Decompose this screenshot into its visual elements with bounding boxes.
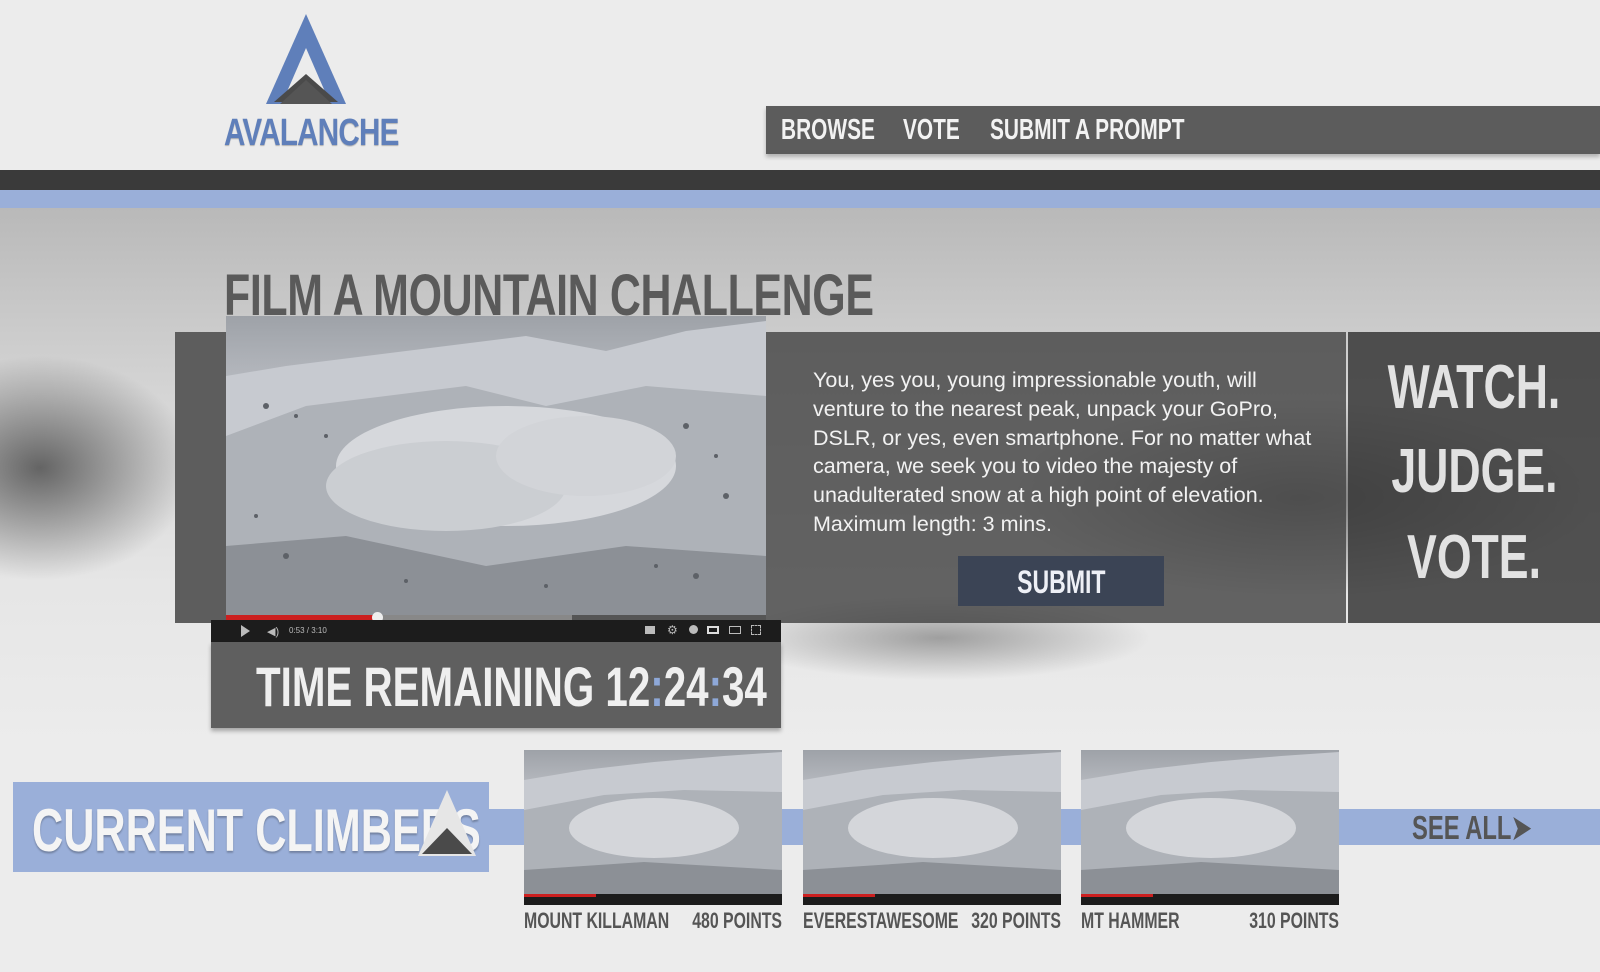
- captions-icon[interactable]: [645, 626, 655, 634]
- climber-points: 480 POINTS: [692, 908, 782, 933]
- timer-separator: :: [708, 655, 723, 718]
- arrow-right-icon: ➤: [1511, 809, 1532, 846]
- brand-name[interactable]: AVALANCHE: [224, 112, 399, 155]
- avalanche-logo-icon[interactable]: [266, 14, 346, 108]
- video-time-display: 0:53 / 3:10: [289, 626, 327, 635]
- volume-icon[interactable]: ◀): [267, 625, 279, 638]
- tagline-vote: VOTE.: [1407, 523, 1541, 592]
- thumbnail-progress-bar: [1081, 894, 1154, 897]
- mountain-snow-image: [803, 752, 1061, 905]
- climber-name[interactable]: EVERESTAWESOME: [803, 908, 958, 934]
- theater-mode-icon[interactable]: [707, 626, 719, 634]
- climber-name[interactable]: MOUNT KILLAMAN: [524, 908, 669, 934]
- miniplayer-icon[interactable]: [729, 626, 741, 634]
- challenge-video[interactable]: [226, 316, 766, 620]
- thumbnail-progress-bar: [803, 894, 876, 897]
- video-scrubber-handle[interactable]: [372, 612, 384, 620]
- current-climbers-title: CURRENT CLIMBERS: [32, 797, 481, 864]
- timer-separator: :: [650, 655, 664, 718]
- timer-hours: 12: [605, 655, 651, 718]
- fullscreen-icon[interactable]: [751, 625, 761, 635]
- nav-vote[interactable]: VOTE: [903, 114, 960, 147]
- header-divider: [0, 170, 1600, 190]
- see-all-link[interactable]: SEE ALL➤: [1412, 808, 1531, 847]
- climber-points: 310 POINTS: [1249, 908, 1339, 933]
- mountain-snow-image: [1081, 752, 1339, 905]
- timer-minutes: 24: [663, 655, 709, 718]
- info-icon[interactable]: [689, 625, 698, 634]
- mountain-snow-image: [524, 752, 782, 905]
- thumbnail-progress-bar: [524, 894, 597, 897]
- climber-video-thumbnail[interactable]: [524, 750, 782, 905]
- thumbnail-controls: [803, 894, 1061, 905]
- tagline-judge: JUDGE.: [1390, 437, 1558, 506]
- mountain-icon: [418, 790, 476, 856]
- climber-name[interactable]: MT HAMMER: [1081, 908, 1180, 934]
- main-nav: BROWSE VOTE SUBMIT A PROMPT: [766, 106, 1600, 154]
- countdown-timer: TIME REMAINING 12:24:34: [256, 654, 767, 719]
- submit-button-label: SUBMIT: [1016, 563, 1106, 600]
- play-icon[interactable]: [241, 625, 250, 637]
- see-all-label: SEE ALL: [1412, 809, 1512, 846]
- nav-submit-prompt[interactable]: SUBMIT A PROMPT: [990, 114, 1184, 147]
- thumbnail-controls: [1081, 894, 1339, 905]
- tagline-watch: WATCH.: [1387, 353, 1561, 422]
- climber-points: 320 POINTS: [971, 908, 1061, 933]
- challenge-description: You, yes you, young impressionable youth…: [813, 368, 1312, 536]
- nav-browse[interactable]: BROWSE: [781, 114, 875, 147]
- climber-video-thumbnail[interactable]: [803, 750, 1061, 905]
- thumbnail-controls: [524, 894, 782, 905]
- settings-gear-icon[interactable]: ⚙: [667, 623, 678, 637]
- timer-label: TIME REMAINING: [256, 655, 595, 718]
- mountain-snow-image: [226, 321, 766, 620]
- timer-seconds: 34: [722, 655, 767, 718]
- climber-video-thumbnail[interactable]: [1081, 750, 1339, 905]
- submit-video-button[interactable]: SUBMIT: [958, 556, 1164, 606]
- header-accent-stripe: [0, 190, 1600, 208]
- video-controls: ◀) 0:53 / 3:10 ⚙: [211, 620, 781, 642]
